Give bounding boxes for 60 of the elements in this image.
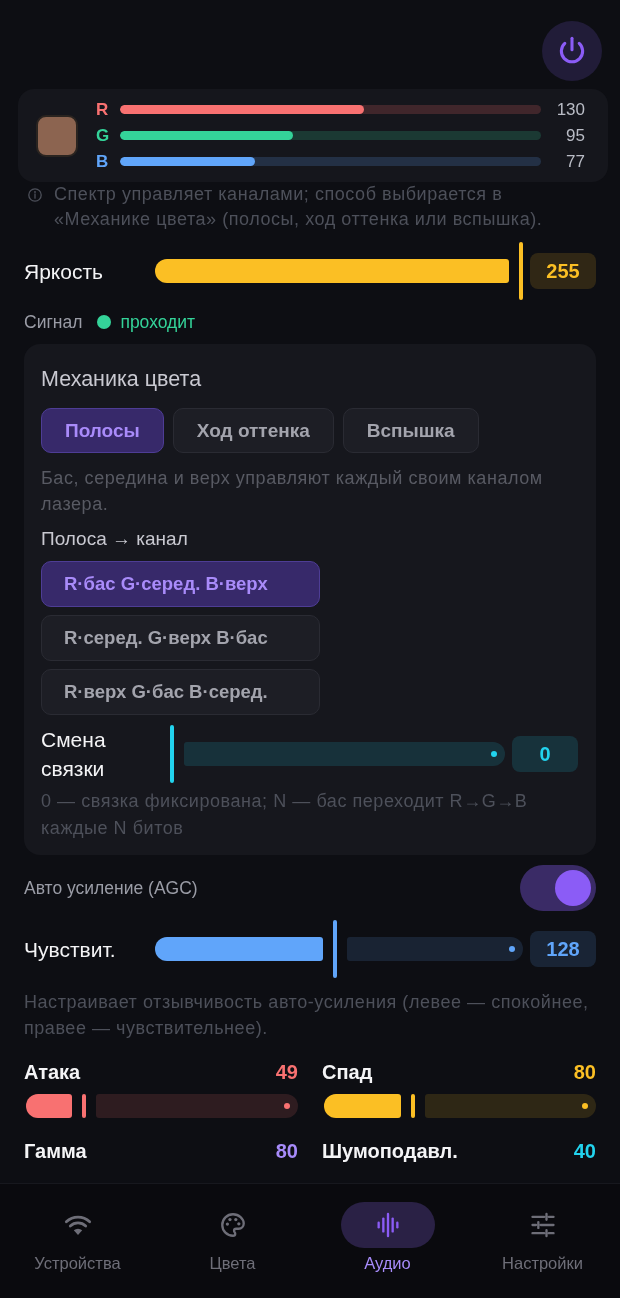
slider-thumb[interactable] [81, 1094, 86, 1118]
card-title: Механика цвета [41, 366, 203, 392]
info-icon [28, 188, 42, 202]
channel-label: R [96, 99, 110, 120]
channel-value: 77 [565, 151, 585, 172]
mode-tab[interactable]: Вспышка [342, 408, 479, 453]
toggle-switch[interactable] [520, 865, 596, 911]
slider-track[interactable] [24, 1094, 298, 1118]
nav-tab[interactable]: Аудио [310, 1184, 465, 1298]
track-end-dot-icon [509, 946, 515, 952]
palette-icon [218, 1211, 247, 1239]
signal-label: Сигнал [24, 311, 83, 333]
slider-fill [26, 1094, 72, 1118]
track-end-dot-icon [284, 1103, 290, 1109]
channel-label: G [96, 125, 111, 146]
slider-track[interactable] [155, 920, 523, 978]
slider-thumb[interactable] [170, 725, 174, 783]
parameter-label: Спад [322, 1060, 373, 1084]
mode-tab[interactable]: Ход оттенка [172, 408, 334, 453]
parameter-value: 80 [275, 1139, 298, 1163]
value-readout: 128 [530, 931, 596, 967]
mode-tab[interactable]: Полосы [41, 408, 164, 453]
parameter-value: 80 [573, 1060, 596, 1084]
power-button[interactable] [542, 21, 602, 81]
parameter-value: 40 [573, 1139, 596, 1163]
slider-thumb[interactable] [333, 920, 337, 978]
track-end-dot-icon [491, 751, 497, 757]
channel-value: 130 [555, 99, 585, 120]
mapping-option[interactable]: R·серед. G·верх B·бас [41, 615, 320, 661]
slider-label: Чувствит. [24, 936, 117, 963]
slider-thumb[interactable] [410, 1094, 415, 1118]
sound-wave-icon [340, 1202, 435, 1248]
mapping-option[interactable]: R·бас G·серед. B·верх [41, 561, 320, 607]
nav-tab[interactable]: Настройки [465, 1184, 620, 1298]
hint-text: 0 — связка фиксирована; N — бас переходит R→G→B каждые N битов [41, 790, 529, 840]
nav-tab[interactable]: Цвета [155, 1184, 310, 1298]
parameter-label: Атака [24, 1060, 81, 1084]
slider-label: Смена связки [41, 727, 107, 782]
channel-value: 95 [565, 125, 585, 146]
slider-track[interactable] [155, 242, 523, 300]
slider-label: Яркость [24, 258, 104, 285]
mapping-option[interactable]: R·верх G·бас B·серед. [41, 669, 320, 715]
parameter-label: Шумоподавл. [322, 1139, 458, 1163]
info-text: Спектр управляет каналами; способ выбирается в «Механике цвета» (полосы, ход оттенка или вспышка). [54, 183, 544, 231]
parameter-value: 49 [275, 1060, 298, 1084]
value-readout: 255 [530, 253, 596, 289]
slider-track[interactable] [170, 725, 505, 783]
track-end-dot-icon [582, 1103, 588, 1109]
section-label: Полоса → канал [41, 527, 189, 551]
value-readout: 0 [512, 736, 578, 772]
sliders-icon [528, 1211, 557, 1239]
slider-track[interactable] [322, 1094, 596, 1118]
channel-label: B [96, 151, 110, 172]
status-text: проходит [120, 311, 196, 333]
toggle-label: Авто усиление (AGC) [24, 877, 198, 899]
nav-tab[interactable]: Устройства [0, 1184, 155, 1298]
parameter-label: Гамма [24, 1139, 87, 1163]
description-text: Бас, середина и верх управляют каждый своим каналом лазера. [41, 467, 544, 516]
hint-text: Настраивает отзывчивость авто-усиления (левее — спокойнее, правее — чувствительнее). [24, 991, 590, 1040]
slider-thumb[interactable] [519, 242, 523, 300]
